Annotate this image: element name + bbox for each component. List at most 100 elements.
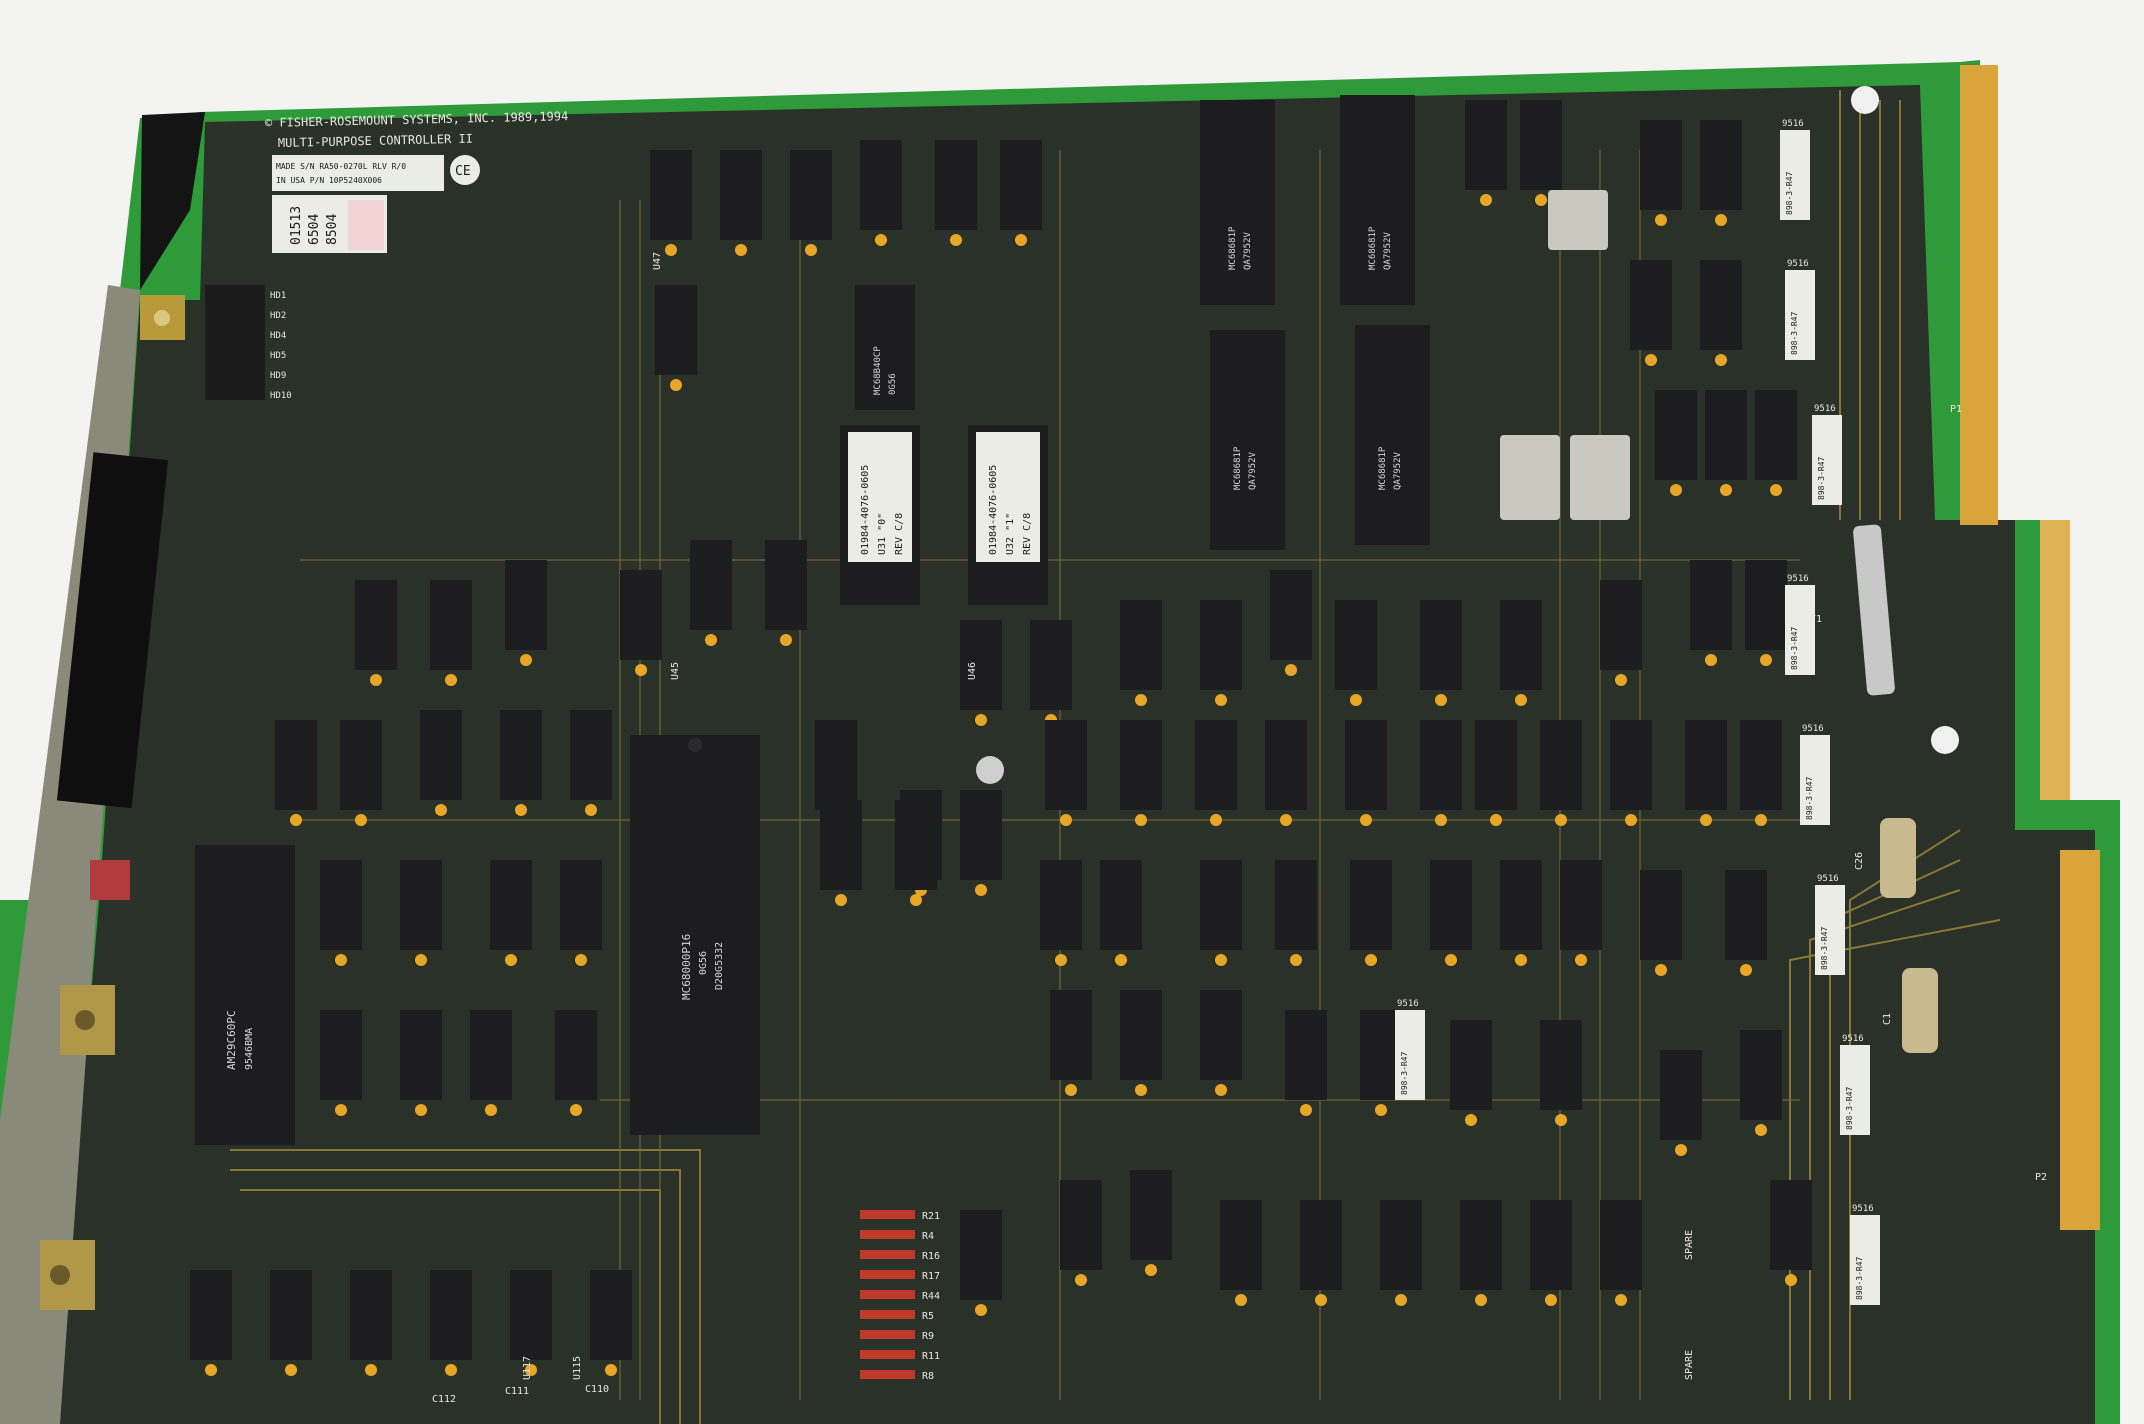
- svg-text:MC68681P: MC68681P: [1368, 226, 1378, 270]
- svg-text:MC68681P: MC68681P: [1378, 446, 1388, 490]
- large-ic-u35: MC68B40CP 0G56: [855, 285, 915, 410]
- processor-mc68000: MC68000P16 0G56 D20G5332: [630, 735, 760, 1135]
- svg-text:898-3-R47: 898-3-R47: [1805, 776, 1814, 820]
- spare-label: SPARE: [1684, 1230, 1695, 1260]
- ref-label: U117: [522, 1356, 533, 1380]
- svg-text:0G56: 0G56: [698, 951, 709, 975]
- svg-text:MADE S/N RA50-0270L RLV R/: MADE S/N RA50-0270L RLV R/0: [276, 162, 406, 171]
- large-ic-u21: MC68681P QA7952V: [1355, 325, 1430, 545]
- svg-text:MC68681P: MC68681P: [1233, 446, 1243, 490]
- svg-text:R17: R17: [922, 1271, 940, 1282]
- header-pin-label: HD9: [270, 371, 286, 381]
- eprom-u31: 01984-4076-0605 U31 "0" REV C/8: [840, 425, 920, 605]
- resistor-array: 898-3-R47 9516: [1395, 999, 1425, 1100]
- svg-text:01984-4076-0605: 01984-4076-0605: [988, 465, 999, 555]
- svg-text:QA7952V: QA7952V: [1383, 231, 1393, 270]
- svg-text:898-3-R47: 898-3-R47: [1790, 626, 1799, 670]
- svg-text:QA7952V: QA7952V: [1393, 451, 1403, 490]
- header-pin-label: HD1: [270, 291, 286, 301]
- connector-label-p1: P1: [1950, 404, 1962, 415]
- resistor-array: 898-3-R47 9516: [1785, 259, 1815, 360]
- fuse-label: F1: [1810, 614, 1822, 625]
- header-pin-label: HD10: [270, 391, 292, 401]
- svg-text:898-3-R47: 898-3-R47: [1845, 1086, 1854, 1130]
- svg-text:9516: 9516: [1852, 1204, 1874, 1214]
- resistor-array: 898-3-R47 9516: [1850, 1204, 1880, 1305]
- svg-text:REV C/8: REV C/8: [1022, 513, 1033, 555]
- svg-text:6504: 6504: [307, 214, 322, 245]
- svg-text:898-3-R47: 898-3-R47: [1785, 171, 1794, 215]
- svg-text:R44: R44: [922, 1291, 940, 1302]
- resistor-array: 898-3-R47 9516: [1815, 874, 1845, 975]
- svg-text:9516: 9516: [1842, 1034, 1864, 1044]
- ref-label: U47: [652, 252, 663, 270]
- header-pin-label: HD2: [270, 311, 286, 321]
- large-ic-u20: MC68681P QA7952V: [1210, 330, 1285, 550]
- circuit-board-photo: HD1 HD2 HD4 HD5 HD9 HD10 © FISHER-ROSEMO…: [0, 0, 2144, 1424]
- spare-label: SPARE: [1684, 1350, 1695, 1380]
- svg-text:9516: 9516: [1802, 724, 1824, 734]
- svg-text:QA7952V: QA7952V: [1243, 231, 1253, 270]
- svg-text:01513: 01513: [289, 206, 304, 245]
- svg-text:U31 "0": U31 "0": [877, 513, 888, 555]
- mounting-hole: [1931, 726, 1959, 754]
- svg-text:898-3-R47: 898-3-R47: [1855, 1256, 1864, 1300]
- inventory-tag: 01513 6504 8504: [272, 195, 387, 253]
- oscillator: [1548, 190, 1608, 250]
- svg-text:MC68681P: MC68681P: [1228, 226, 1238, 270]
- svg-text:898-3-R47: 898-3-R47: [1790, 311, 1799, 355]
- svg-text:MC68000P16: MC68000P16: [680, 934, 693, 1000]
- svg-text:9516: 9516: [1782, 119, 1804, 129]
- svg-text:01984-4076-0605: 01984-4076-0605: [860, 465, 871, 555]
- svg-text:898-3-R47: 898-3-R47: [1820, 926, 1829, 970]
- svg-text:9516: 9516: [1814, 404, 1836, 414]
- svg-text:R11: R11: [922, 1351, 940, 1362]
- svg-text:9516: 9516: [1397, 999, 1419, 1009]
- ref-label: C111: [505, 1386, 529, 1397]
- resistor-array: 898-3-R47 9516: [1812, 404, 1842, 505]
- svg-text:R4: R4: [922, 1231, 934, 1242]
- serial-sticker: MADE S/N RA50-0270L RLV R/0 IN USA P/N 1…: [272, 155, 444, 191]
- svg-text:R5: R5: [922, 1311, 934, 1322]
- resistor-array: 898-3-R47 9516: [1800, 724, 1830, 825]
- capacitor-c26: [1880, 818, 1916, 898]
- svg-text:R8: R8: [922, 1371, 934, 1382]
- cap-label: C1: [1882, 1013, 1893, 1025]
- svg-text:D20G5332: D20G5332: [714, 942, 725, 990]
- svg-text:0G56: 0G56: [888, 373, 898, 395]
- capacitor-c1: [1902, 968, 1938, 1053]
- svg-text:R16: R16: [922, 1251, 940, 1262]
- mounting-hole: [1851, 86, 1879, 114]
- ce-mark: CE: [455, 164, 471, 179]
- mounting-hole: [976, 756, 1004, 784]
- svg-text:898-3-R47: 898-3-R47: [1817, 456, 1826, 500]
- resistor-array: 898-3-R47 9516: [1840, 1034, 1870, 1135]
- svg-text:REV C/8: REV C/8: [894, 513, 905, 555]
- svg-text:MC68B40CP: MC68B40CP: [873, 346, 883, 395]
- header-pin-label: HD4: [270, 331, 286, 341]
- resistor-column: R21 R4 R16 R17 R44 R5 R9 R11 R8: [860, 1210, 940, 1382]
- svg-text:8504: 8504: [325, 214, 340, 245]
- svg-text:AM29C60PC: AM29C60PC: [225, 1010, 238, 1070]
- svg-text:9516: 9516: [1817, 874, 1839, 884]
- cap-label: C26: [1854, 852, 1865, 870]
- large-ic-u15: MC68681P QA7952V: [1340, 95, 1415, 305]
- svg-text:R9: R9: [922, 1331, 934, 1342]
- large-ic-u14: MC68681P QA7952V: [1200, 100, 1275, 305]
- svg-text:U32 "1": U32 "1": [1005, 513, 1016, 555]
- svg-text:898-3-R47: 898-3-R47: [1400, 1051, 1409, 1095]
- header-pin-label: HD5: [270, 351, 286, 361]
- svg-text:QA7952V: QA7952V: [1248, 451, 1258, 490]
- connector-label-p2: P2: [2035, 1172, 2047, 1183]
- oscillator: [1570, 435, 1630, 520]
- svg-text:9546BMA: 9546BMA: [244, 1028, 255, 1070]
- ref-label: C112: [432, 1394, 456, 1405]
- eprom-u32: 01984-4076-0605 U32 "1" REV C/8: [968, 425, 1048, 605]
- ref-label: C110: [585, 1384, 609, 1395]
- svg-text:9516: 9516: [1787, 259, 1809, 269]
- large-ic-u5: AM29C60PC 9546BMA: [195, 845, 295, 1145]
- ref-label: U46: [967, 662, 978, 680]
- svg-text:IN USA P/N 10P5240X006: IN USA P/N 10P5240X006: [276, 176, 382, 185]
- svg-text:9516: 9516: [1787, 574, 1809, 584]
- ref-label: U45: [670, 662, 681, 680]
